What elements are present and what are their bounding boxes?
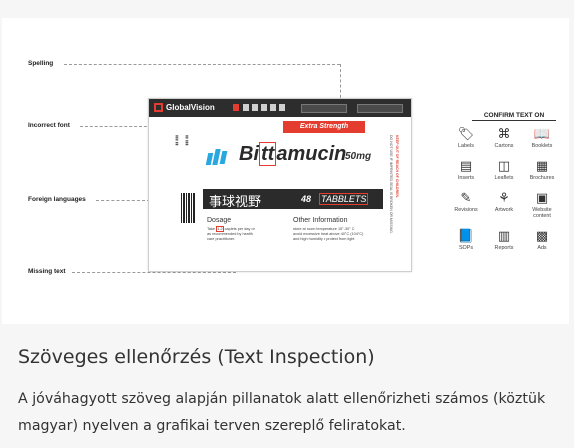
- toolbar-list-icon[interactable]: [252, 104, 258, 111]
- confirm-item-label: Booklets: [531, 143, 553, 149]
- confirm-item-label: Website content: [532, 207, 552, 219]
- toolbar-grid-icon[interactable]: [261, 104, 267, 111]
- confirm-item-label: Ads: [537, 245, 547, 251]
- other-info-line-3: and high humidity • protect from light: [293, 237, 355, 241]
- confirm-item-ads[interactable]: ▩ Ads: [523, 228, 561, 251]
- dosage-text-3: as recommended by health: [207, 232, 253, 236]
- artwork-icon: ⚘: [498, 191, 510, 206]
- confirm-item-booklets[interactable]: 📖 Booklets: [523, 126, 561, 149]
- section-description: A jóváhagyott szöveg alapján pillanatok …: [18, 391, 546, 434]
- confirm-item-label: Inserts: [457, 175, 475, 181]
- ads-icon: ▩: [535, 229, 549, 244]
- callout-missing-text: Missing text: [28, 268, 66, 275]
- toolbar-select-1[interactable]: [301, 104, 347, 113]
- brand-name: Bi tt amucin: [239, 142, 347, 166]
- section-heading: Szöveges ellenőrzés (Text Inspection): [18, 346, 375, 368]
- other-info-text: store at room temperature 15°-30° C avoi…: [293, 227, 383, 242]
- callout-line-missing: [72, 272, 236, 273]
- tablet-count: 48: [301, 194, 312, 204]
- sops-icon: 📘: [457, 229, 475, 244]
- text-inspection-figure: Spelling Incorrect font Foreign language…: [2, 18, 569, 324]
- brand-mark-icon-3: [219, 151, 228, 164]
- confirm-item-label: Cartons: [494, 143, 514, 149]
- confirm-item-label: Revisions: [454, 207, 478, 213]
- dosage-text-2: caplets per day or: [224, 227, 255, 231]
- callout-incorrect-font: Incorrect font: [28, 122, 70, 129]
- confirm-item-label: SOPs: [458, 245, 474, 251]
- inserts-icon: ▤: [459, 159, 473, 174]
- dosage-title: Dosage: [207, 217, 232, 224]
- app-window: GlobalVision Extra Strength ▮▮▮ ▮▮ ▮▮ ▮▮…: [148, 98, 412, 272]
- confirm-item-artwork[interactable]: ⚘ Artwork: [485, 190, 523, 213]
- toolbar-compare-icon[interactable]: [233, 104, 239, 111]
- artwork-label: Extra Strength ▮▮▮ ▮▮ ▮▮ ▮▮▮ Bi tt amucin …: [153, 121, 407, 267]
- side-text-left-2: ▮▮ ▮▮▮: [185, 135, 189, 146]
- confirm-item-inserts[interactable]: ▤ Inserts: [447, 158, 485, 181]
- callout-foreign-languages: Foreign languages: [28, 196, 86, 203]
- confirm-item-labels[interactable]: 🏷 Labels: [447, 126, 485, 149]
- app-toolbar: GlobalVision: [149, 99, 411, 117]
- side-warning-text: DO NOT USE IF IMPRINTED SEAL IS BROKEN O…: [389, 135, 393, 234]
- confirm-item-revisions[interactable]: ✎ Revisions: [447, 190, 485, 213]
- dosage-text-1: Take: [207, 227, 216, 231]
- confirm-item-label: Labels: [458, 143, 474, 149]
- revisions-icon: ✎: [460, 191, 472, 206]
- app-logo-text: GlobalVision: [166, 103, 215, 112]
- callout-line-spelling: [64, 64, 340, 65]
- confirm-item-brochures[interactable]: ▦ Brochures: [523, 158, 561, 181]
- other-info-line-1: store at room temperature 15°-30° C: [293, 227, 355, 231]
- other-info-line-2: avoid excessive heat above 40°C (104°C): [293, 232, 364, 236]
- product-card: Spelling Incorrect font Foreign language…: [2, 0, 569, 448]
- brand-name-error-box[interactable]: tt: [259, 142, 277, 166]
- confirm-item-label: Brochures: [529, 175, 555, 181]
- toolbar-settings-icon[interactable]: [279, 104, 285, 111]
- side-text-left-1: ▮▮▮ ▮▮: [175, 135, 179, 146]
- callout-spelling: Spelling: [28, 60, 54, 67]
- toolbar-select-2[interactable]: [357, 104, 403, 113]
- confirm-item-label: Reports: [494, 245, 514, 251]
- reports-icon: ▥: [497, 229, 511, 244]
- leaflets-icon: ◫: [497, 159, 511, 174]
- toolbar-doc-icon[interactable]: [243, 104, 249, 111]
- dosage-text-4: care practitioner.: [207, 237, 236, 241]
- confirm-item-reports[interactable]: ▥ Reports: [485, 228, 523, 251]
- confirm-item-leaflets[interactable]: ◫ Leaflets: [485, 158, 523, 181]
- confirm-title: CONFIRM TEXT ON: [483, 112, 545, 119]
- globalvision-logo-icon: [154, 103, 163, 112]
- confirm-item-label: Leaflets: [494, 175, 514, 181]
- toolbar-page-icon[interactable]: [270, 104, 276, 111]
- brochures-icon: ▦: [535, 159, 549, 174]
- brand-name-part-2: amucin: [276, 143, 347, 165]
- dose-text: 50mg: [345, 151, 372, 162]
- confirm-item-cartons[interactable]: ⌘ Cartons: [485, 126, 523, 149]
- side-warning-red: KEEP OUT OF REACH OF CHILDREN.: [395, 135, 399, 198]
- confirm-item-website-content[interactable]: ▣ Website content: [523, 190, 561, 219]
- confirm-divider: [472, 120, 556, 121]
- dosage-text: Take 1-2 caplets per day or as recommend…: [207, 226, 287, 242]
- labels-icon: 🏷: [457, 127, 475, 142]
- booklets-icon: 📖: [533, 127, 551, 142]
- barcode: [181, 193, 195, 223]
- extra-strength-banner: Extra Strength: [283, 121, 365, 133]
- brand-name-part-1: Bi: [239, 143, 259, 165]
- website-content-icon: ▣: [535, 191, 549, 206]
- confirm-item-label: Artwork: [494, 207, 514, 213]
- cartons-icon: ⌘: [497, 127, 511, 142]
- confirm-item-sops[interactable]: 📘 SOPs: [447, 228, 485, 251]
- tablets-word-error-box[interactable]: TABBLETS: [319, 193, 369, 205]
- other-info-title: Other Information: [293, 217, 348, 224]
- foreign-language-text: 事球视野: [209, 195, 262, 210]
